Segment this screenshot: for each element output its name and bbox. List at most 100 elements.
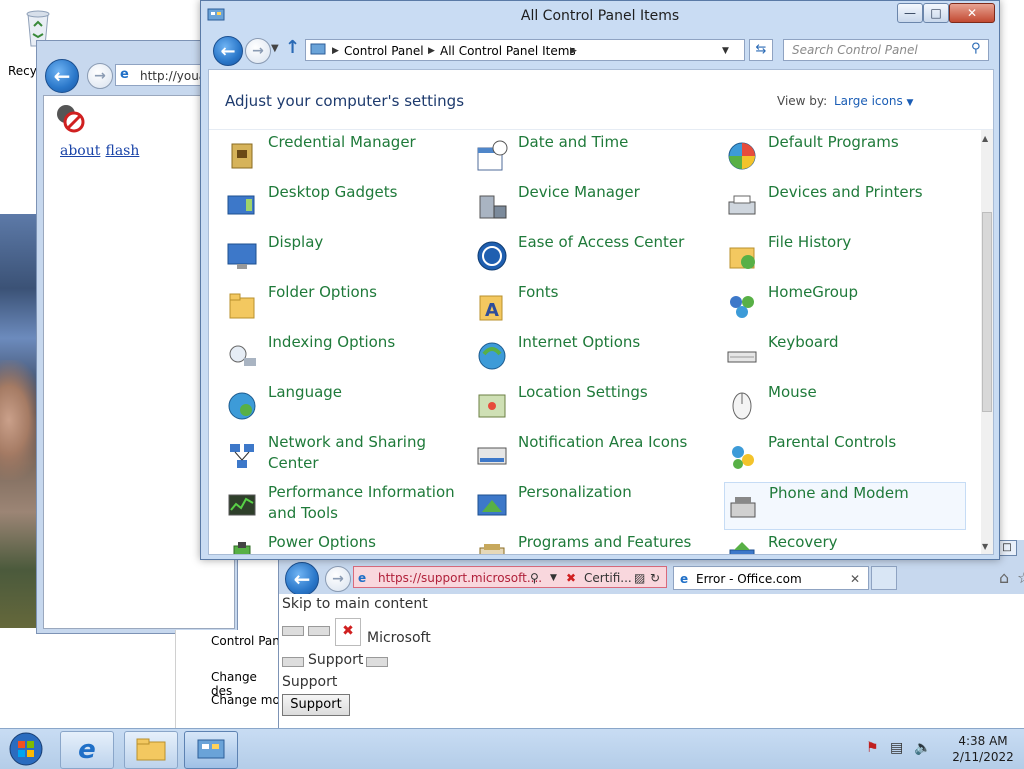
cp-item-notification-area-icons[interactable]: Notification Area Icons <box>474 432 714 478</box>
start-button[interactable] <box>4 729 48 769</box>
flash-blocked-icon <box>57 105 85 133</box>
chevron-right-icon[interactable]: ▶ <box>332 40 339 62</box>
minimize-button[interactable]: — <box>897 3 923 23</box>
cp-item-desktop-gadgets[interactable]: Desktop Gadgets <box>224 182 464 228</box>
flash-link[interactable]: flash <box>105 143 139 159</box>
cert-error-icon[interactable]: ✖ <box>566 567 576 589</box>
cp-item-file-history[interactable]: File History <box>724 232 964 278</box>
chevron-right-icon[interactable]: ▶ <box>428 40 435 62</box>
explorer-item[interactable]: Control Pan <box>211 634 280 648</box>
back-button[interactable]: ← <box>213 36 243 66</box>
search-icon[interactable]: ⚲ <box>971 41 981 56</box>
cp-item-personalization[interactable]: Personalization <box>474 482 714 528</box>
devices-printers-icon <box>726 190 758 222</box>
scroll-down-icon[interactable]: ▼ <box>982 542 988 551</box>
cp-item-display[interactable]: Display <box>224 232 464 278</box>
refresh-button[interactable]: ⇆ <box>749 39 773 61</box>
cp-item-credential-manager[interactable]: Credential Manager <box>224 132 464 178</box>
mouse-icon <box>726 390 758 422</box>
cp-item-label: Language <box>268 383 343 401</box>
forward-button[interactable]: → <box>245 38 271 64</box>
support-button[interactable]: Support <box>282 694 350 716</box>
cp-item-network-and-sharing-center[interactable]: Network and Sharing Center <box>224 432 464 478</box>
compat-view-icon[interactable]: ▨ <box>634 567 645 589</box>
cp-item-label: HomeGroup <box>768 283 858 301</box>
back-button[interactable]: ← <box>45 59 79 93</box>
page-content: Skip to main content ✖ Microsoft Support… <box>279 594 1024 730</box>
cp-item-programs-and-features[interactable]: Programs and Features <box>474 532 714 554</box>
cp-item-date-and-time[interactable]: Date and Time <box>474 132 714 178</box>
breadcrumb-control-panel[interactable]: Control Panel <box>344 40 424 62</box>
clock[interactable]: 4:38 AM 2/11/2022 <box>944 733 1022 765</box>
control-panel-window[interactable]: All Control Panel Items — □ ✕ ← → ▼ ↑ ▶ … <box>200 0 1000 560</box>
page-header: Adjust your computer's settings <box>225 92 465 110</box>
cp-item-phone-and-modem[interactable]: Phone and Modem <box>724 482 966 530</box>
cp-item-recovery[interactable]: Recovery <box>724 532 964 554</box>
cp-item-internet-options[interactable]: Internet Options <box>474 332 714 378</box>
search-input[interactable]: Search Control Panel <box>783 39 989 61</box>
taskbar-ie[interactable]: e <box>60 731 114 769</box>
cp-item-label: Recovery <box>768 533 838 551</box>
chevron-down-icon[interactable]: ▼ <box>722 40 729 62</box>
cp-item-label: Ease of Access Center <box>518 233 685 251</box>
cp-item-devices-and-printers[interactable]: Devices and Printers <box>724 182 964 228</box>
refresh-icon[interactable]: ↻ <box>650 567 660 589</box>
cp-item-ease-of-access-center[interactable]: Ease of Access Center <box>474 232 714 278</box>
support-nav-link[interactable]: Support <box>308 652 363 668</box>
action-center-icon[interactable]: ⚑ <box>866 740 879 756</box>
cp-item-performance-information-and-tools[interactable]: Performance Information and Tools <box>224 482 464 528</box>
scroll-up-icon[interactable]: ▲ <box>982 134 988 143</box>
maximize-button[interactable]: □ <box>923 3 949 23</box>
forward-button[interactable]: → <box>87 63 113 89</box>
cp-item-mouse[interactable]: Mouse <box>724 382 964 428</box>
folder-options-icon <box>226 290 258 322</box>
arrow-left-icon: ← <box>53 64 71 88</box>
chevron-down-icon: ▼ <box>906 98 914 108</box>
dropdown-icon[interactable]: ▼ <box>550 567 557 589</box>
cp-item-power-options[interactable]: Power Options <box>224 532 464 554</box>
file-history-icon <box>726 240 758 272</box>
cp-item-folder-options[interactable]: Folder Options <box>224 282 464 328</box>
ie-window-bottom[interactable]: □ ← → e https://support.microsoft.... ⚲ … <box>278 540 1024 730</box>
volume-icon[interactable]: 🔈 <box>914 740 931 756</box>
title-bar[interactable]: All Control Panel Items — □ ✕ <box>201 1 999 33</box>
explorer-item[interactable]: Change mo <box>211 693 280 707</box>
restore-button[interactable]: □ <box>997 540 1017 556</box>
taskbar: e ⚑ ▤ 🔈 4:38 AM 2/11/2022 <box>0 728 1024 769</box>
view-by-dropdown[interactable]: Large icons ▼ <box>834 94 913 108</box>
power-options-icon <box>226 540 258 554</box>
device-manager-icon <box>476 190 508 222</box>
cp-item-parental-controls[interactable]: Parental Controls <box>724 432 964 478</box>
tab-error-office[interactable]: e Error - Office.com ✕ <box>673 566 869 590</box>
close-button[interactable]: ✕ <box>949 3 995 23</box>
recent-pages-icon[interactable]: ▼ <box>271 43 279 54</box>
cp-item-fonts[interactable]: A Fonts <box>474 282 714 328</box>
scroll-thumb[interactable] <box>982 212 992 412</box>
search-icon[interactable]: ⚲ <box>530 567 539 589</box>
breadcrumb-all-items[interactable]: All Control Panel Items <box>440 40 576 62</box>
network-icon[interactable]: ▤ <box>890 740 903 756</box>
back-button[interactable]: ← <box>285 562 319 596</box>
skip-link[interactable]: Skip to main content <box>282 596 428 612</box>
cp-item-indexing-options[interactable]: Indexing Options <box>224 332 464 378</box>
favorites-icon[interactable]: ☆ <box>1017 568 1024 587</box>
about-link[interactable]: about <box>60 143 100 159</box>
cp-item-location-settings[interactable]: Location Settings <box>474 382 714 428</box>
chevron-right-icon[interactable]: ▶ <box>570 40 577 62</box>
home-icon[interactable]: ⌂ <box>999 568 1009 587</box>
close-tab-icon[interactable]: ✕ <box>850 567 860 591</box>
taskbar-explorer[interactable] <box>124 731 178 769</box>
address-bar[interactable]: e https://support.microsoft.... ⚲ ▼ ✖ Ce… <box>353 566 667 588</box>
cp-item-device-manager[interactable]: Device Manager <box>474 182 714 228</box>
cp-item-language[interactable]: Language <box>224 382 464 428</box>
fonts-icon: A <box>476 290 508 322</box>
cp-item-default-programs[interactable]: Default Programs <box>724 132 964 178</box>
forward-button[interactable]: → <box>325 566 351 592</box>
up-arrow-icon[interactable]: ↑ <box>285 37 300 58</box>
cp-item-homegroup[interactable]: HomeGroup <box>724 282 964 328</box>
cert-error-label[interactable]: Certifi... <box>584 567 632 589</box>
taskbar-control-panel[interactable] <box>184 731 238 769</box>
breadcrumb[interactable]: ▶ Control Panel ▶ All Control Panel Item… <box>305 39 745 61</box>
new-tab-button[interactable] <box>871 566 897 590</box>
cp-item-keyboard[interactable]: Keyboard <box>724 332 964 378</box>
